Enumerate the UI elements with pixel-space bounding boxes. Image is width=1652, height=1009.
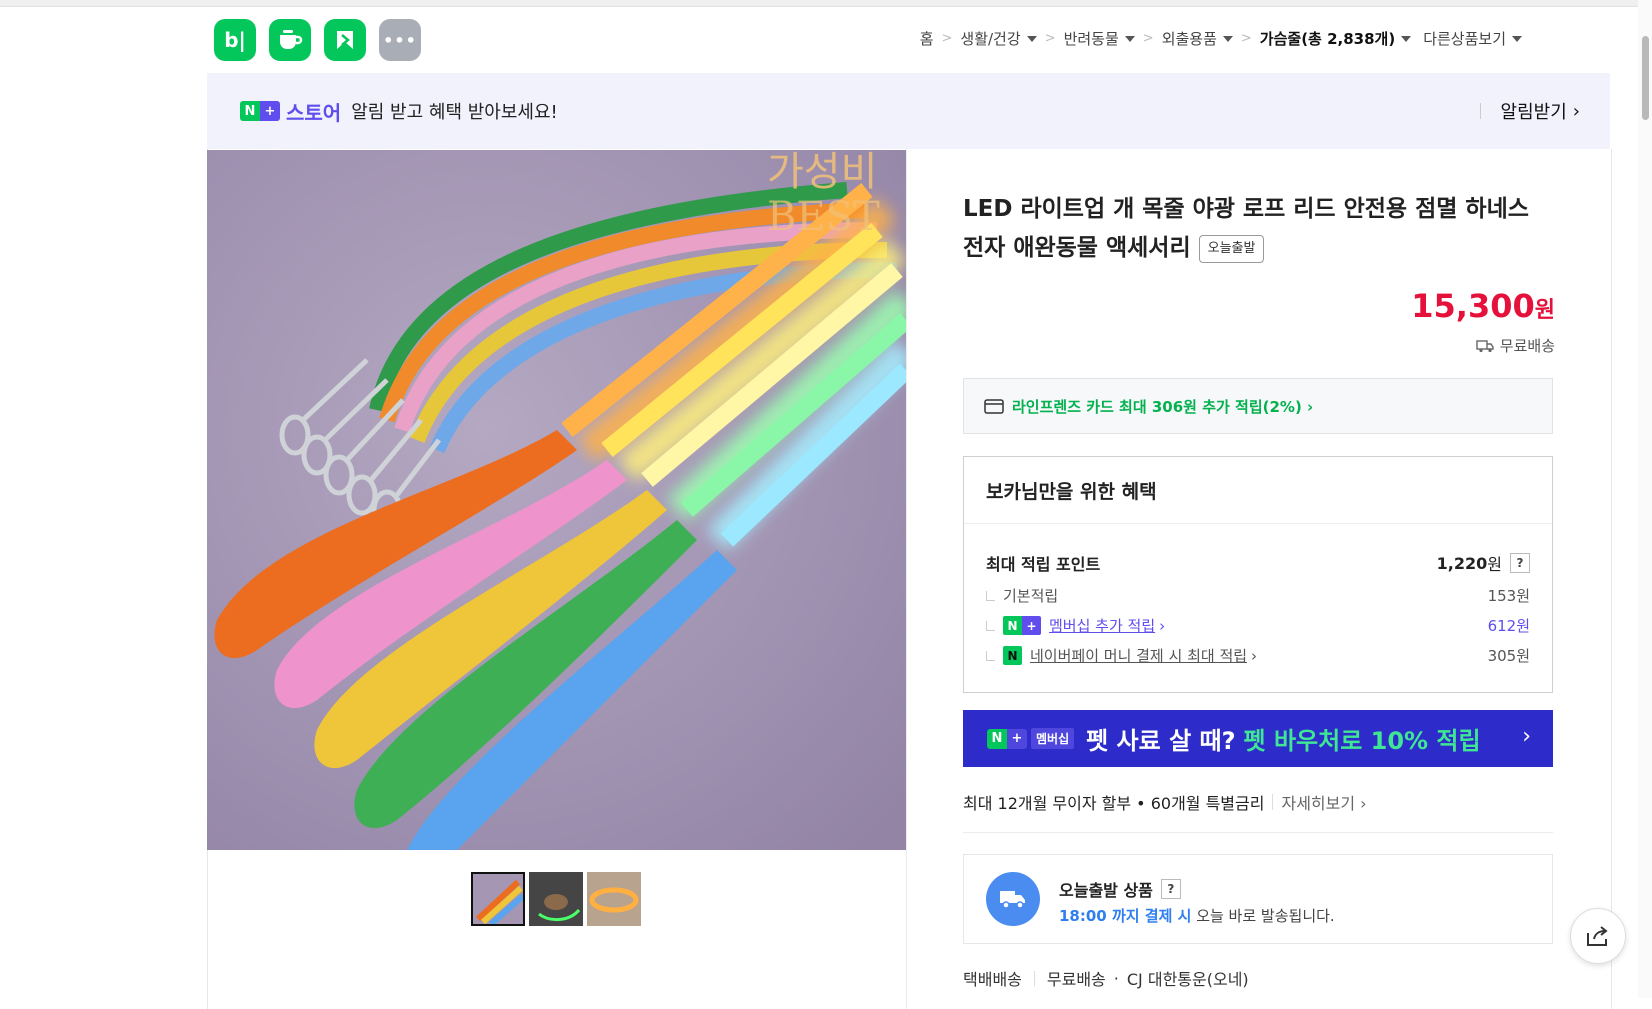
chevron-right-icon: › — [1159, 616, 1166, 635]
breadcrumb-pets[interactable]: 반려동물 — [1064, 28, 1135, 49]
blog-app-icon[interactable]: b| — [214, 19, 256, 61]
notify-button[interactable]: 알림받기 › — [1479, 73, 1580, 149]
delivery-fee: 무료배송 — [1476, 335, 1555, 356]
delivery-truck-icon — [986, 872, 1040, 926]
breadcrumb-harness[interactable]: 가슴줄(총 2,838개) — [1260, 28, 1412, 49]
today-ship-badge: 오늘출발 — [1198, 234, 1265, 263]
benefit-title: 보카님만을 위한 혜택 — [964, 457, 1552, 524]
membership-points-row[interactable]: N + 멤버십 추가 적립 › 612원 — [986, 615, 1530, 636]
chevron-down-icon — [1512, 35, 1522, 42]
breadcrumb-life-health[interactable]: 생활/건강 — [960, 28, 1037, 49]
thumbnail-3[interactable] — [587, 872, 641, 926]
membership-tag: 멤버십 — [1031, 728, 1075, 749]
max-points-row: 최대 적립 포인트 1,220 원 ? — [986, 551, 1530, 575]
share-icon — [1587, 926, 1608, 946]
share-button[interactable] — [1570, 908, 1626, 964]
today-ship-title: 오늘출발 상품 ? — [1059, 877, 1181, 901]
chevron-right-icon: › — [1522, 724, 1531, 749]
breadcrumb-other-products[interactable]: 다른상품보기 — [1423, 28, 1522, 49]
installment-info: 최대 12개월 무이자 할부 • 60개월 특별금리 자세히보기 › — [963, 790, 1367, 814]
cafe-app-icon[interactable] — [269, 19, 311, 61]
pet-voucher-banner[interactable]: N + 멤버십 펫 사료 살 때? 펫 바우처로 10% 적립 › — [963, 710, 1553, 767]
credit-card-icon — [984, 398, 1004, 414]
product-price: 15,300원 — [1411, 287, 1555, 325]
help-icon[interactable]: ? — [1510, 553, 1530, 573]
member-benefit-box: 보카님만을 위한 혜택 최대 적립 포인트 1,220 원 ? 기본적립 153원… — [963, 456, 1553, 693]
naver-plus-logo: N + — [987, 728, 1027, 749]
chevron-down-icon — [1124, 35, 1135, 42]
chevron-right-icon: › — [1251, 646, 1258, 665]
divider — [1479, 103, 1481, 119]
banner-text: 알림 받고 혜택 받아보세요! — [351, 102, 558, 123]
chevron-down-icon — [1026, 35, 1037, 42]
divider — [963, 832, 1553, 833]
product-main-image[interactable]: 가성비 BEST — [207, 150, 906, 850]
breadcrumb-outdoor[interactable]: 외출용품 — [1162, 28, 1233, 49]
thumbnail-1[interactable] — [471, 872, 525, 926]
breadcrumb-separator: > — [1240, 31, 1252, 46]
installment-more-link[interactable]: 자세히보기 › — [1281, 790, 1366, 814]
kin-app-icon[interactable] — [324, 19, 366, 61]
scrollbar-thumb[interactable] — [1642, 36, 1649, 120]
store-notify-banner: N + 스토어 알림 받고 혜택 받아보세요! 알림받기 › — [207, 73, 1610, 149]
app-shortcuts: b| ••• — [214, 19, 421, 61]
npay-points-row[interactable]: N 네이버페이 머니 결제 시 최대 적립 › 305원 — [986, 645, 1530, 666]
basic-points-row: 기본적립 153원 — [986, 585, 1530, 606]
truck-icon — [1476, 339, 1494, 352]
thumbnail-2[interactable] — [529, 872, 583, 926]
breadcrumb-separator: > — [941, 31, 953, 46]
naver-plus-icon: N + — [1003, 616, 1041, 635]
breadcrumb-separator: > — [1044, 31, 1056, 46]
store-label: 스토어 — [286, 100, 342, 125]
today-ship-box: 오늘출발 상품 ? 18:00 까지 결제 시 오늘 바로 발송됩니다. — [963, 854, 1553, 944]
breadcrumb: 홈 > 생활/건강 > 반려동물 > 외출용품 > 가슴줄(총 2,838개) … — [920, 28, 1522, 49]
watermark-text: BEST — [767, 194, 880, 240]
more-apps-icon[interactable]: ••• — [379, 19, 421, 61]
chevron-right-icon: › — [1572, 100, 1580, 122]
today-ship-cutoff: 18:00 까지 결제 시 오늘 바로 발송됩니다. — [1059, 907, 1335, 925]
breadcrumb-separator: > — [1142, 31, 1154, 46]
card-promo-link[interactable]: 라인프렌즈 카드 최대 306원 추가 적립(2%) › — [963, 378, 1553, 434]
watermark-text: 가성비 — [767, 150, 877, 195]
product-title: LED 라이트업 개 목줄 야광 로프 리드 안전용 점멸 하네스 전자 애완동… — [963, 196, 1529, 263]
naver-plus-logo: N + — [240, 101, 280, 121]
scrollbar[interactable] — [1638, 0, 1652, 998]
column-divider — [906, 149, 907, 1009]
breadcrumb-home[interactable]: 홈 — [920, 28, 934, 49]
naver-pay-icon: N — [1003, 646, 1022, 665]
chevron-down-icon — [1222, 35, 1233, 42]
help-icon[interactable]: ? — [1160, 879, 1181, 899]
thumbnail-strip — [471, 872, 641, 926]
shipping-info: 택배배송 무료배송 · CJ 대한통운(오네) — [963, 968, 1249, 990]
chevron-down-icon — [1401, 35, 1412, 42]
browser-top-edge — [0, 0, 1652, 7]
